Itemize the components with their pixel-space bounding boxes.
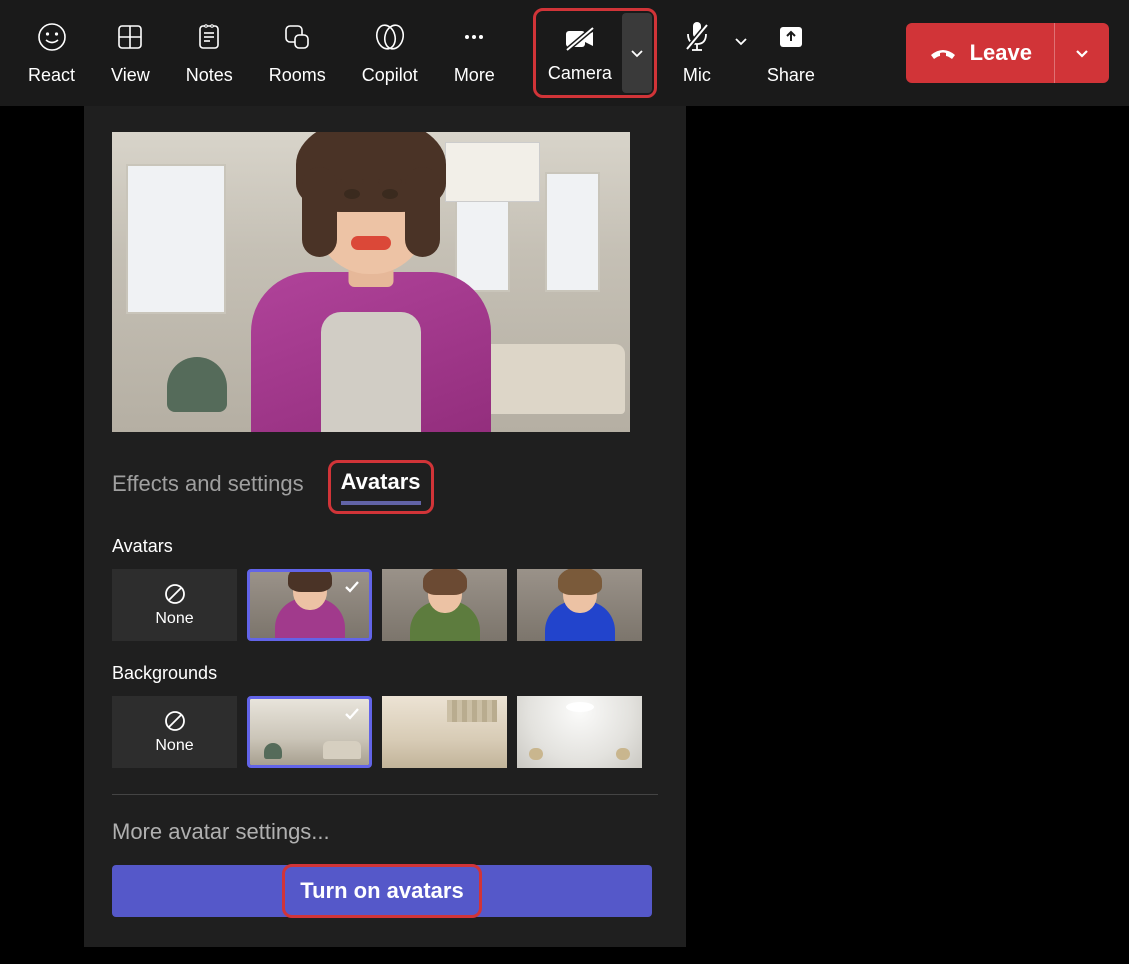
camera-label: Camera [548, 63, 612, 84]
leave-button[interactable]: Leave [906, 23, 1109, 83]
notes-button[interactable]: Notes [168, 0, 251, 106]
background-option-2[interactable] [382, 696, 507, 768]
check-icon [343, 705, 361, 728]
background-option-1[interactable] [247, 696, 372, 768]
chevron-down-icon [733, 33, 749, 49]
leave-label: Leave [970, 40, 1032, 66]
copilot-icon [373, 21, 407, 53]
more-label: More [454, 65, 495, 86]
prohibit-icon [163, 709, 187, 733]
share-button[interactable]: Share [749, 0, 833, 106]
grid-icon [115, 21, 145, 53]
camera-off-icon [563, 23, 597, 55]
react-label: React [28, 65, 75, 86]
avatar-option-3[interactable] [517, 569, 642, 641]
none-label: None [155, 610, 193, 628]
background-option-3[interactable] [517, 696, 642, 768]
view-button[interactable]: View [93, 0, 168, 106]
copilot-label: Copilot [362, 65, 418, 86]
share-label: Share [767, 65, 815, 86]
mic-label: Mic [683, 65, 711, 86]
copilot-button[interactable]: Copilot [344, 0, 436, 106]
turn-on-avatars-button[interactable]: Turn on avatars [112, 865, 652, 917]
ellipsis-icon [459, 21, 489, 53]
avatar-option-1[interactable] [247, 569, 372, 641]
rooms-icon [282, 21, 312, 53]
background-options-row: None [112, 696, 658, 768]
more-avatar-settings-link[interactable]: More avatar settings... [112, 819, 658, 845]
mic-off-icon [683, 21, 711, 53]
avatar-preview [112, 132, 630, 432]
backgrounds-section-header: Backgrounds [112, 663, 658, 684]
notes-label: Notes [186, 65, 233, 86]
meeting-toolbar: React View Notes Rooms Copilot More [0, 0, 1129, 106]
tab-avatars[interactable]: Avatars [341, 469, 421, 505]
background-option-none[interactable]: None [112, 696, 237, 768]
avatars-section-header: Avatars [112, 536, 658, 557]
leave-dropdown[interactable] [1055, 23, 1109, 83]
rooms-button[interactable]: Rooms [251, 0, 344, 106]
avatar-option-2[interactable] [382, 569, 507, 641]
mic-button-group: Mic [665, 11, 749, 96]
rooms-label: Rooms [269, 65, 326, 86]
react-button[interactable]: React [10, 0, 93, 106]
none-label: None [155, 737, 193, 755]
camera-settings-popup: Effects and settings Avatars Avatars Non… [84, 106, 686, 947]
avatar-options-row: None [112, 569, 658, 641]
prohibit-icon [163, 582, 187, 606]
settings-tabs: Effects and settings Avatars [112, 460, 658, 514]
mic-button[interactable]: Mic [665, 11, 729, 96]
leave-main[interactable]: Leave [906, 23, 1055, 83]
divider [112, 794, 658, 795]
camera-button-highlight: Camera [533, 8, 657, 98]
chevron-down-icon [1073, 44, 1091, 62]
view-label: View [111, 65, 150, 86]
notes-icon [194, 21, 224, 53]
tab-avatars-highlight: Avatars [328, 460, 434, 514]
tab-effects-settings[interactable]: Effects and settings [112, 471, 304, 503]
smiley-icon [37, 21, 67, 53]
mic-options-dropdown[interactable] [733, 33, 749, 73]
camera-button[interactable]: Camera [538, 13, 622, 93]
share-icon [776, 21, 806, 53]
chevron-down-icon [629, 45, 645, 61]
more-button[interactable]: More [436, 0, 513, 106]
camera-options-dropdown[interactable] [622, 13, 652, 93]
check-icon [343, 578, 361, 601]
phone-hangup-icon [928, 44, 958, 62]
avatar-option-none[interactable]: None [112, 569, 237, 641]
